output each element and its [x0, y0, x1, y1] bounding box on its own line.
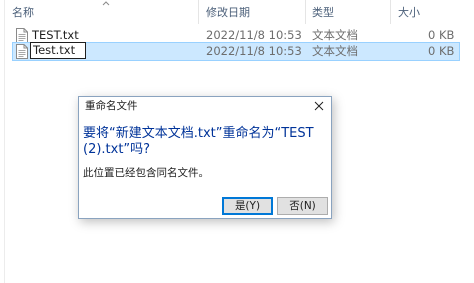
file-modified-date: 2022/11/8 10:53 — [206, 44, 302, 58]
column-name[interactable]: 名称 — [12, 6, 34, 20]
column-type[interactable]: 类型 — [312, 6, 334, 20]
column-divider[interactable] — [390, 0, 391, 24]
conflict-info-text: 此位置已经包含同名文件。 — [83, 167, 209, 179]
file-size: 0 KB — [428, 44, 455, 58]
dialog-titlebar[interactable]: 重命名文件 — [79, 97, 331, 116]
close-icon[interactable] — [311, 99, 327, 113]
file-modified-date: 2022/11/8 10:53 — [206, 28, 302, 42]
sort-ascending-icon — [102, 1, 110, 6]
rename-input[interactable]: Test.txt — [30, 42, 86, 59]
column-size[interactable]: 大小 — [398, 6, 420, 20]
dialog-title: 重命名文件 — [85, 100, 138, 112]
rename-question-text: 要将“新建文本文档.txt”重命名为“TEST (2).txt”吗? — [83, 126, 314, 157]
navigation-pane-edge — [4, 0, 5, 283]
file-name: TEST.txt — [32, 28, 79, 42]
no-button[interactable]: 否(N) — [277, 197, 328, 215]
text-file-icon — [16, 44, 28, 59]
dialog-body: 要将“新建文本文档.txt”重命名为“TEST (2).txt”吗? 此位置已经… — [79, 116, 331, 218]
text-file-icon — [16, 28, 28, 43]
file-size: 0 KB — [428, 28, 455, 42]
file-row-selected[interactable]: Test.txt 2022/11/8 10:53 文本文档 0 KB — [12, 42, 460, 61]
file-explorer-window: 名称 修改日期 类型 大小 TEST.txt 2022/11/8 10:53 文… — [0, 0, 474, 283]
column-divider[interactable] — [198, 0, 199, 24]
column-header-bar: 名称 修改日期 类型 大小 — [0, 0, 474, 26]
column-divider[interactable] — [305, 0, 306, 24]
column-modified-date[interactable]: 修改日期 — [206, 6, 250, 20]
yes-button[interactable]: 是(Y) — [222, 197, 273, 215]
file-type: 文本文档 — [312, 44, 358, 58]
rename-file-dialog: 重命名文件 要将“新建文本文档.txt”重命名为“TEST (2).txt”吗?… — [78, 96, 332, 219]
file-type: 文本文档 — [312, 28, 358, 42]
